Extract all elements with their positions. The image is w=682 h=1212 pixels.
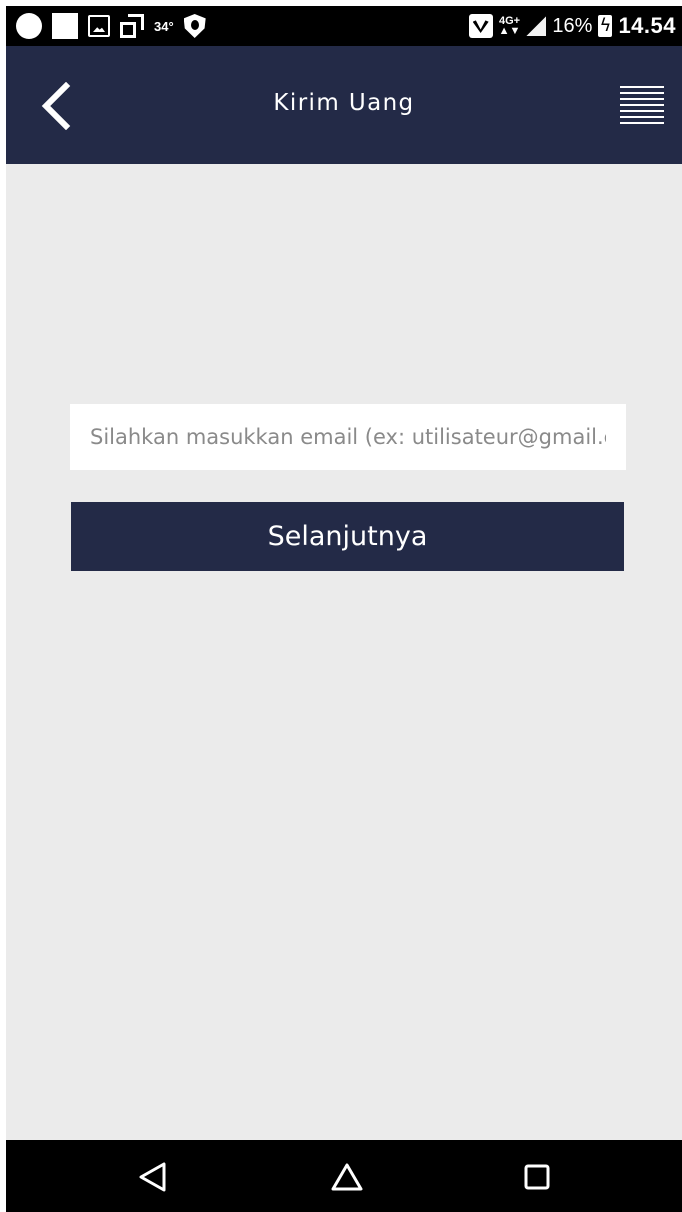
app-header: Kirim Uang [6, 46, 682, 164]
page-title: Kirim Uang [273, 90, 415, 116]
battery-percent: 16% [552, 14, 593, 37]
nav-recent-icon [524, 1164, 550, 1190]
network-type: 4G+ ▲▼ [498, 15, 521, 37]
wifi-icon [468, 14, 493, 38]
nav-back-icon [139, 1162, 166, 1192]
email-input[interactable] [70, 404, 626, 470]
navigation-bar [6, 1140, 682, 1212]
battery-charging-icon [598, 15, 613, 37]
status-bar-right: 4G+▲▼ 16% 14.54 [468, 6, 676, 46]
network-type-text: 4G+ [498, 15, 521, 27]
clock: 14.54 [618, 13, 676, 38]
temperature-text: 34° [154, 18, 174, 34]
screen: 34° 4G+▲▼ 16% 14.54 Kirim Uang Selanjutn… [6, 6, 682, 1212]
circle-notification-icon [16, 13, 42, 39]
signal-icon [526, 16, 547, 36]
hamburger-menu-icon [620, 86, 664, 124]
nav-home-button[interactable] [330, 1160, 364, 1194]
next-button[interactable]: Selanjutnya [71, 502, 624, 571]
menu-button[interactable] [620, 86, 664, 126]
nav-home-icon [331, 1163, 363, 1191]
square-notification-icon [52, 13, 78, 39]
nav-back-button[interactable] [136, 1160, 170, 1194]
status-bar-left: 34° [16, 6, 206, 46]
copy-icon [120, 14, 144, 38]
nav-recent-button[interactable] [520, 1160, 554, 1194]
shield-icon [183, 14, 206, 38]
status-bar: 34° 4G+▲▼ 16% 14.54 [6, 6, 682, 46]
image-icon [88, 15, 110, 37]
